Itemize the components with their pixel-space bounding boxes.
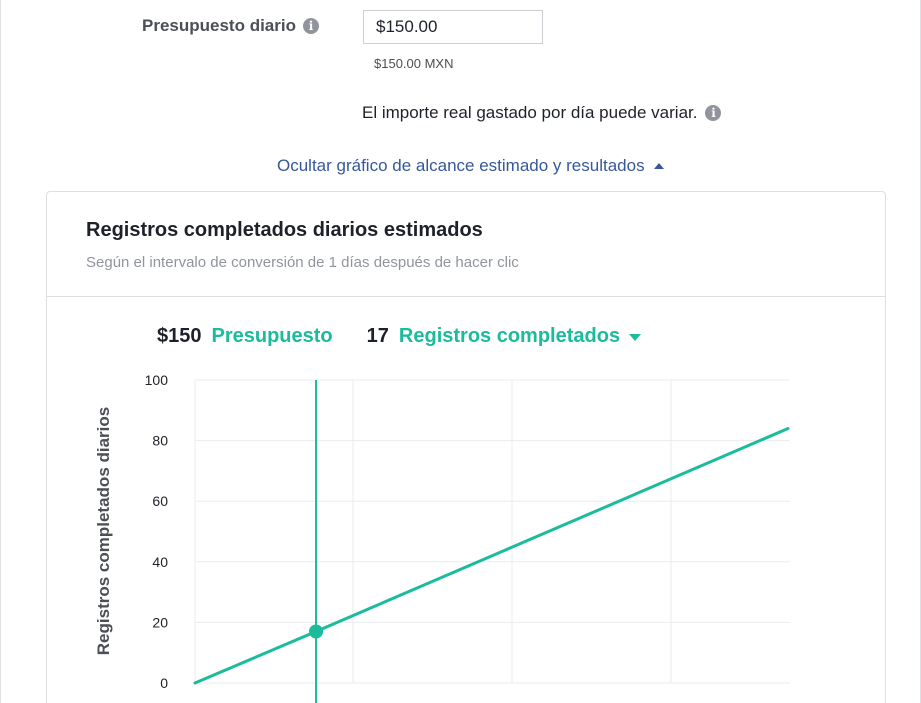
card-subtitle: Según el intervalo de conversión de 1 dí… — [86, 254, 519, 271]
summary-budget-label: Presupuesto — [211, 325, 333, 347]
card-title: Registros completados diarios estimados — [86, 219, 483, 241]
budget-marker-point[interactable] — [309, 624, 324, 639]
info-circle-icon[interactable]: i — [705, 105, 722, 121]
summary-result-value: 17 — [366, 325, 389, 347]
caret-down-icon[interactable] — [629, 334, 642, 341]
info-circle-icon[interactable]: i — [302, 18, 319, 34]
results-metric-dropdown[interactable]: Registros completados — [399, 325, 620, 348]
hide-estimate-chart-label[interactable]: Ocultar gráfico de alcance estimado y re… — [277, 156, 645, 176]
estimate-card: Registros completados diarios estimados … — [46, 191, 886, 703]
budget-currency-note: $150.00 MXN — [374, 56, 454, 71]
spend-variation-text: El importe real gastado por día puede va… — [362, 103, 698, 122]
budget-panel: Presupuesto diario i $150.00 MXN El impo… — [0, 0, 921, 703]
hide-estimate-chart-link[interactable]: Ocultar gráfico de alcance estimado y re… — [277, 156, 664, 176]
budget-field-label: Presupuesto diario i — [142, 16, 319, 36]
summary-budget-value: $150 — [157, 325, 202, 347]
estimate-summary: $150 Presupuesto 17 Registros completado… — [157, 325, 642, 348]
daily-budget-input[interactable] — [363, 10, 543, 44]
budget-label-text: Presupuesto diario — [142, 16, 296, 35]
caret-up-icon[interactable] — [653, 162, 664, 169]
spend-variation-note: El importe real gastado por día puede va… — [362, 103, 722, 123]
panel-left-border — [0, 0, 1, 703]
estimate-card-header: Registros completados diarios estimados … — [47, 192, 885, 297]
